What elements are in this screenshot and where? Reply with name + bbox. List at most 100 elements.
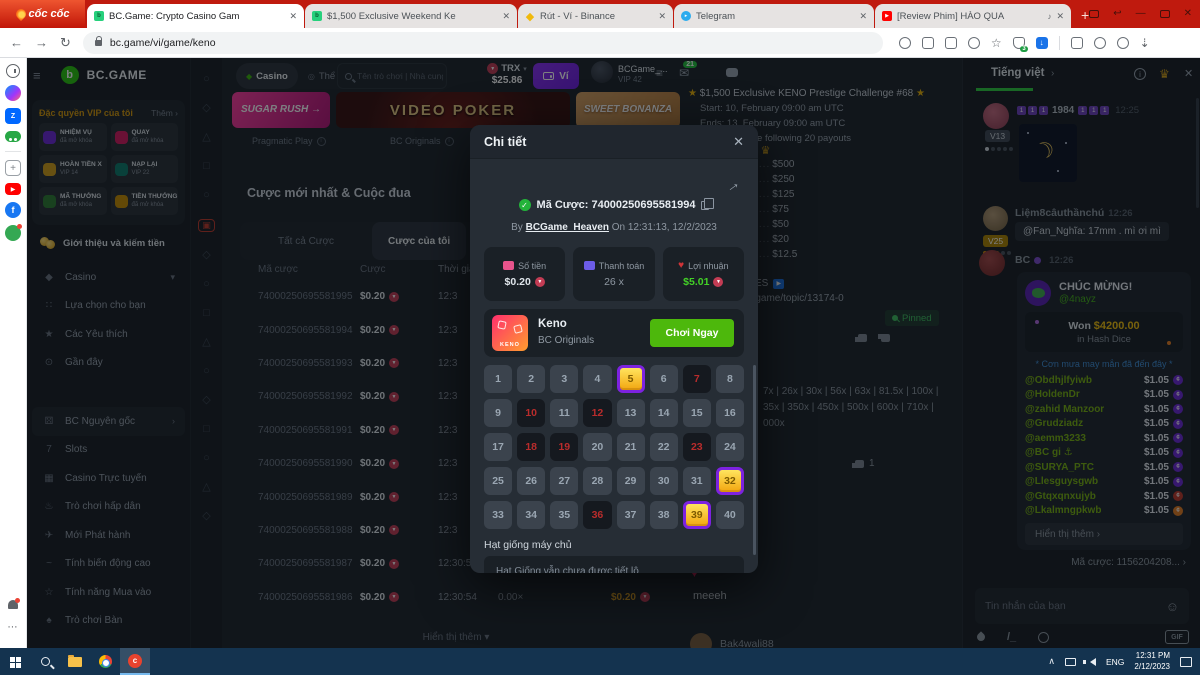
bookmark-star-icon[interactable]: ☆ [991, 37, 1002, 49]
chat-username[interactable]: 1984 [1052, 105, 1074, 116]
tab-close-icon[interactable]: ✕ [658, 11, 666, 22]
speaker-icon[interactable] [1086, 658, 1096, 666]
vip-card[interactable]: NHIỆM VỤđã mở khóa [39, 123, 107, 151]
minimize-button[interactable]: — [1136, 9, 1146, 19]
keno-cell-miss[interactable]: 18 [517, 433, 545, 461]
start-button[interactable] [0, 648, 30, 675]
keno-cell-miss[interactable]: 7 [683, 365, 711, 393]
rail-category-icon[interactable]: ○ [203, 74, 210, 85]
bcgame-logo-text[interactable]: BC.GAME [87, 68, 147, 82]
chat-language-tab[interactable]: Tiếng việt [991, 67, 1044, 79]
keno-cell[interactable]: 8 [716, 365, 744, 393]
history-icon[interactable] [6, 64, 20, 78]
tab-my-bets[interactable]: Cược của tôi [372, 222, 466, 260]
messenger-icon[interactable] [5, 85, 21, 101]
keno-cell[interactable]: 9 [484, 399, 512, 427]
keno-cell[interactable]: 22 [650, 433, 678, 461]
bcgame-logo-icon[interactable]: b [61, 66, 79, 84]
keno-cell[interactable]: 13 [617, 399, 645, 427]
bet-author-link[interactable]: BCGame_Heaven [526, 222, 609, 233]
chrome-icon[interactable] [90, 648, 120, 675]
sidebar-item-8[interactable]: ♨Trò chơi hấp dẫn [32, 493, 185, 522]
keno-cell[interactable]: 34 [517, 501, 545, 529]
keno-cell-hit[interactable]: 39 [683, 501, 711, 529]
adblock-shield-icon[interactable]: 3 [1013, 37, 1025, 49]
keno-cell[interactable]: 38 [650, 501, 678, 529]
keno-cell[interactable]: 15 [683, 399, 711, 427]
banner-video-poker[interactable]: VIDEO POKER [336, 92, 570, 128]
keno-cell-miss[interactable]: 23 [683, 433, 711, 461]
media-icon[interactable] [1094, 37, 1106, 49]
message-like[interactable]: 1 [855, 458, 875, 469]
back-button[interactable]: ← [10, 35, 23, 50]
sidebar-item-6[interactable]: 7Slots [32, 436, 185, 465]
rain-username[interactable]: @HoldenDr [1025, 389, 1080, 400]
keno-cell[interactable]: 4 [583, 365, 611, 393]
vip-card[interactable]: HOÀN TIỀN XVIP 14 [39, 155, 107, 183]
like-icon[interactable] [858, 334, 867, 342]
keno-cell-miss[interactable]: 10 [517, 399, 545, 427]
keno-cell-hit[interactable]: 32 [716, 467, 744, 495]
avatar[interactable] [983, 206, 1008, 231]
share-icon[interactable] [968, 37, 980, 49]
sidebar-item-9[interactable]: ✈Mới Phát hành [32, 521, 185, 550]
vip-card[interactable]: TIỀN THƯỞNGđã mở khóa [111, 187, 179, 215]
tab-close-icon[interactable]: ✕ [502, 11, 510, 22]
tab-audio-icon[interactable]: ♪ [1047, 12, 1051, 21]
sidebar-item-1[interactable]: ◆Casino▾ [32, 263, 185, 292]
file-explorer-icon[interactable] [60, 648, 90, 675]
zalo-icon[interactable]: Z [5, 108, 21, 124]
rain-username[interactable]: @Gtqxqnxujyb [1025, 491, 1096, 502]
avatar[interactable] [983, 103, 1009, 129]
avatar[interactable] [979, 250, 1005, 276]
chat-scrollbar[interactable] [1196, 98, 1199, 208]
keno-cell[interactable]: 33 [484, 501, 512, 529]
keno-cell[interactable]: 40 [716, 501, 744, 529]
keno-cell[interactable]: 31 [683, 467, 711, 495]
keno-cell[interactable]: 35 [550, 501, 578, 529]
extension-icon[interactable] [1071, 37, 1083, 49]
vip-card[interactable]: MÃ THƯỞNGđã mở khóa [39, 187, 107, 215]
winner-username[interactable]: @4nayz [1059, 294, 1132, 305]
browser-tab[interactable]: b$1,500 Exclusive Weekend Ke✕ [305, 4, 517, 28]
maximize-button[interactable] [1160, 10, 1170, 18]
keno-cell[interactable]: 14 [650, 399, 678, 427]
copy-icon[interactable] [701, 201, 709, 210]
sidebar-item-10[interactable]: ~Tính biến động cao [32, 550, 185, 579]
menu-hamburger-icon[interactable]: ≡ [33, 68, 41, 83]
keno-cell[interactable]: 24 [716, 433, 744, 461]
keno-cell[interactable]: 25 [484, 467, 512, 495]
profile-icon[interactable] [1117, 37, 1129, 49]
rail-category-icon[interactable]: ◇ [202, 395, 210, 406]
reload-button[interactable]: ↻ [60, 35, 71, 51]
wallet-button[interactable]: Ví [533, 63, 579, 89]
banner-sugar-rush[interactable]: SUGAR RUSH → [232, 92, 330, 128]
rain-username[interactable]: @BC gi ⚓ [1025, 447, 1073, 458]
games-icon[interactable] [5, 131, 21, 142]
keno-cell[interactable]: 11 [550, 399, 578, 427]
save-device-icon[interactable] [922, 37, 934, 49]
keno-cell[interactable]: 2 [517, 365, 545, 393]
rail-category-icon[interactable]: △ [202, 337, 210, 348]
rail-category-icon[interactable]: ◇ [202, 103, 210, 114]
trophy-icon[interactable]: ♛ [1159, 67, 1170, 81]
keno-cell-miss[interactable]: 12 [583, 399, 611, 427]
post-reactions[interactable] [858, 334, 890, 342]
keno-cell[interactable]: 3 [550, 365, 578, 393]
rain-username[interactable]: @Grudziadz [1025, 418, 1083, 429]
gif-button[interactable]: GIF [1165, 630, 1189, 644]
sidebar-item-4[interactable]: ⊙Gần đây [32, 349, 185, 378]
chat-input-box[interactable]: ☺ [975, 588, 1189, 624]
forward-button[interactable]: → [35, 35, 48, 50]
rain-username[interactable]: @Obdhjlfyiwb [1025, 375, 1092, 386]
rail-category-icon[interactable]: ○ [203, 190, 210, 201]
balance-selector[interactable]: ▼TRX▾ $25.86 [478, 63, 536, 86]
coccoc-logo[interactable]: cốc cốc [0, 0, 85, 28]
keno-cell[interactable]: 37 [617, 501, 645, 529]
action-center-icon[interactable] [1180, 657, 1192, 667]
clock[interactable]: 12:31 PM 2/12/2023 [1134, 651, 1170, 672]
rail-category-icon[interactable]: ◇ [202, 250, 210, 261]
dislike-icon[interactable] [881, 334, 890, 342]
keno-cell[interactable]: 21 [617, 433, 645, 461]
tab-search-icon[interactable] [1089, 10, 1099, 18]
